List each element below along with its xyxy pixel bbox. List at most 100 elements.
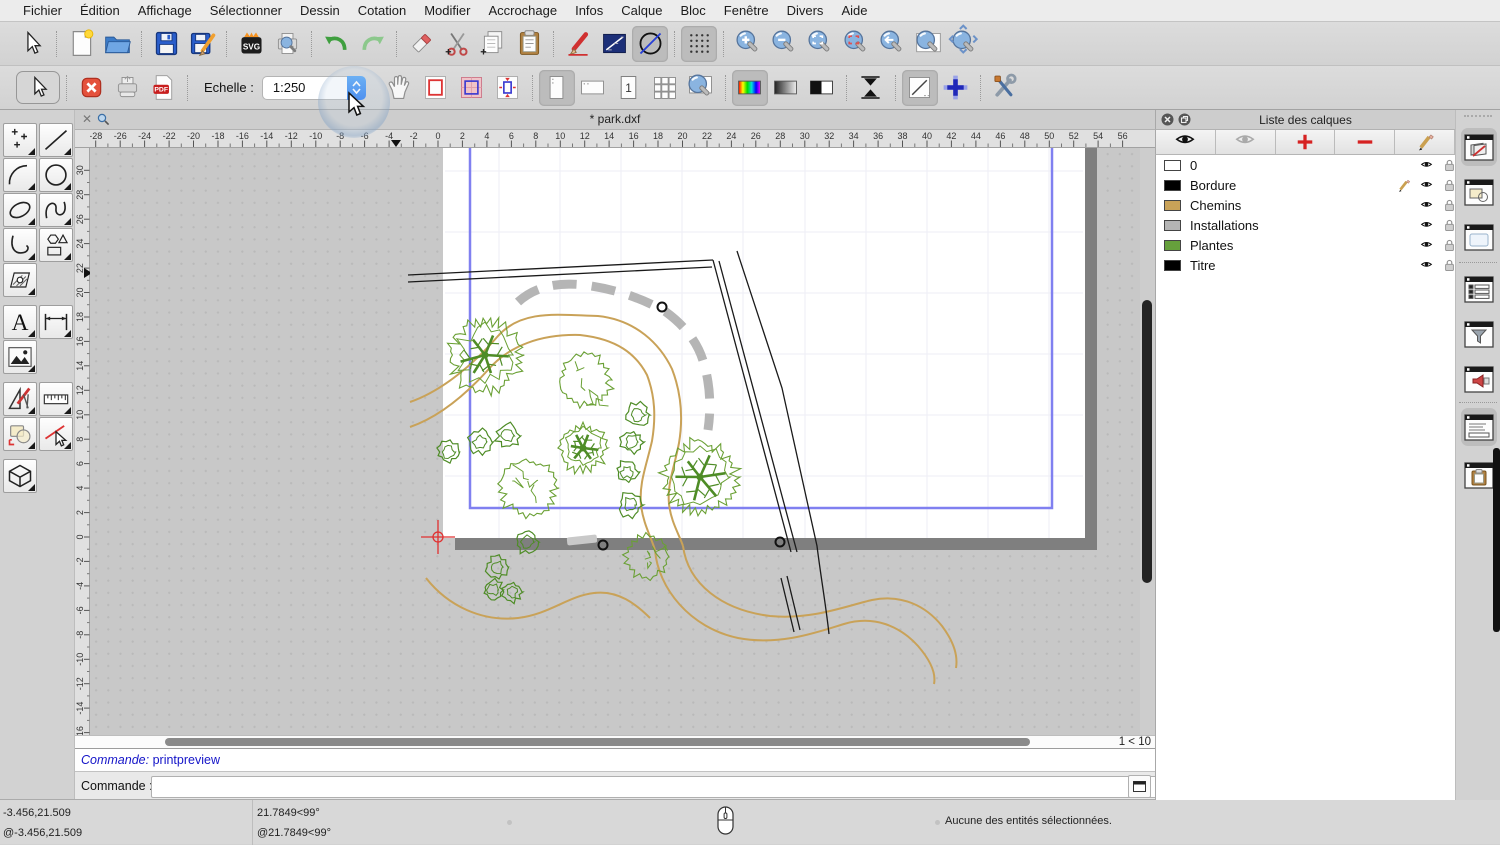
block-list-panel-button[interactable] (1461, 173, 1497, 211)
menu-fenetre[interactable]: Fenêtre (715, 3, 778, 18)
tool-block[interactable] (3, 417, 37, 451)
v-spacing-button[interactable] (853, 70, 889, 106)
close-preview-button[interactable] (73, 70, 109, 106)
zoom-page-button[interactable] (683, 70, 719, 106)
horizontal-scrollbar[interactable]: 1 < 10 (75, 735, 1155, 748)
menu-calque[interactable]: Calque (612, 3, 671, 18)
menu-dessin[interactable]: Dessin (291, 3, 349, 18)
print-preview-button[interactable] (269, 26, 305, 62)
paper-margins-button[interactable] (454, 70, 490, 106)
pan-hand-button[interactable] (382, 70, 418, 106)
menu-fichier[interactable]: Fichier (14, 3, 71, 18)
redo-button[interactable] (354, 26, 390, 62)
menu-divers[interactable]: Divers (778, 3, 833, 18)
command-popout-button[interactable] (1128, 775, 1151, 798)
center-page-button[interactable] (490, 70, 526, 106)
add-layer-button[interactable] (1276, 130, 1336, 154)
new-file-button[interactable] (63, 26, 99, 62)
scale-stepper[interactable] (347, 76, 366, 100)
library-browser-panel-button[interactable] (1461, 218, 1497, 256)
tool-misc-cad[interactable] (3, 382, 37, 416)
tool-solid[interactable] (3, 459, 37, 493)
drawing-canvas[interactable] (90, 148, 1140, 735)
open-folder-button[interactable] (99, 26, 135, 62)
property-editor-panel-button[interactable] (1461, 270, 1497, 308)
paste-button[interactable] (511, 26, 547, 62)
menu-modifier[interactable]: Modifier (415, 3, 479, 18)
pdf-export-button[interactable]: PDF (145, 70, 181, 106)
remove-layer-button[interactable] (1335, 130, 1395, 154)
selection-filter-panel-button[interactable] (1461, 315, 1497, 353)
layer-row-titre[interactable]: Titre (1156, 255, 1455, 275)
color-grey-button[interactable] (768, 70, 804, 106)
svg-export-button[interactable]: SVG (233, 26, 269, 62)
layer-row-chemins[interactable]: Chemins (1156, 195, 1455, 215)
command-input[interactable] (151, 776, 1201, 798)
menu-affichage[interactable]: Affichage (129, 3, 201, 18)
zoom-selection-button[interactable] (838, 26, 874, 62)
tool-line[interactable] (39, 123, 73, 157)
page-single-button[interactable]: 1 (611, 70, 647, 106)
zoom-auto-button[interactable] (802, 26, 838, 62)
layer-list-panel-button[interactable] (1461, 128, 1497, 166)
layer-row-installations[interactable]: Installations (1156, 215, 1455, 235)
pointer-boxed-button[interactable] (16, 71, 60, 104)
zoom-out-button[interactable] (766, 26, 802, 62)
layer-visibility-eye-icon[interactable] (1419, 259, 1434, 277)
tool-ellipse[interactable] (3, 193, 37, 227)
copy-button[interactable] (475, 26, 511, 62)
save-button[interactable] (148, 26, 184, 62)
zoom-previous-button[interactable] (874, 26, 910, 62)
hide-all-layers-button[interactable] (1216, 130, 1276, 154)
layer-row-0[interactable]: 0 (1156, 155, 1455, 175)
paper-borders-button[interactable] (418, 70, 454, 106)
tool-dimension[interactable] (39, 305, 73, 339)
crosshair-blue-button[interactable] (938, 70, 974, 106)
layer-row-bordure[interactable]: Bordure (1156, 175, 1455, 195)
zoom-pan-button[interactable] (946, 26, 982, 62)
edit-pencil-button[interactable] (560, 26, 596, 62)
command-output-panel-button[interactable] (1461, 360, 1497, 398)
tool-polyline[interactable] (3, 228, 37, 262)
menu-accrochage[interactable]: Accrochage (479, 3, 566, 18)
scale-input[interactable] (262, 76, 347, 100)
page-landscape-button[interactable] (575, 70, 611, 106)
delete-eraser-button[interactable] (403, 26, 439, 62)
color-full-button[interactable] (732, 70, 768, 106)
zoom-window-button[interactable] (910, 26, 946, 62)
show-all-layers-button[interactable] (1156, 130, 1216, 154)
edit-layer-button[interactable] (1395, 130, 1455, 154)
tool-arc[interactable] (3, 158, 37, 192)
undo-button[interactable] (318, 26, 354, 62)
color-bw-button[interactable] (804, 70, 840, 106)
menu-edition[interactable]: Édition (71, 3, 129, 18)
tool-select[interactable] (39, 417, 73, 451)
panel-strip-scrollbar-thumb[interactable] (1493, 448, 1500, 632)
tool-spline[interactable] (39, 193, 73, 227)
menu-bloc[interactable]: Bloc (671, 3, 714, 18)
tool-image[interactable] (3, 340, 37, 374)
tool-measure[interactable] (39, 382, 73, 416)
clipboard-panel-button[interactable] (1461, 456, 1497, 494)
selection-pointer-button[interactable] (14, 26, 50, 62)
command-line-panel-button[interactable] (1461, 408, 1497, 446)
horizontal-scrollbar-thumb[interactable] (165, 738, 1030, 746)
line-settings-button[interactable] (596, 26, 632, 62)
printer-button[interactable] (109, 70, 145, 106)
vertical-scrollbar-thumb[interactable] (1142, 300, 1152, 583)
layer-row-plantes[interactable]: Plantes (1156, 235, 1455, 255)
save-as-button[interactable] (184, 26, 220, 62)
vertical-scrollbar[interactable] (1140, 148, 1155, 735)
tool-circle[interactable] (39, 158, 73, 192)
menu-infos[interactable]: Infos (566, 3, 612, 18)
snap-grid-button[interactable] (681, 26, 717, 62)
tool-text[interactable]: A (3, 305, 37, 339)
cut-button[interactable] (439, 26, 475, 62)
zoom-in-button[interactable] (730, 26, 766, 62)
draft-mode-button[interactable] (902, 70, 938, 106)
tool-hatch[interactable] (3, 263, 37, 297)
menu-cotation[interactable]: Cotation (349, 3, 415, 18)
snap-free-button[interactable] (632, 26, 668, 62)
app-preferences-button[interactable] (987, 70, 1023, 106)
tool-shapes[interactable] (39, 228, 73, 262)
